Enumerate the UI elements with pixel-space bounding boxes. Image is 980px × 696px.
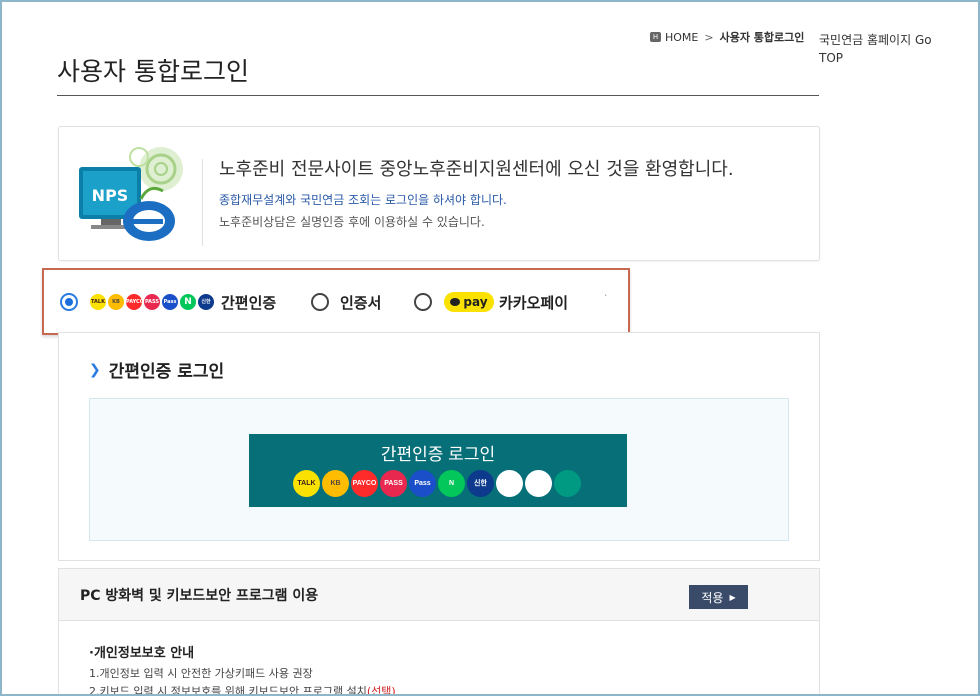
chevron-right-icon: ❯ <box>89 361 101 378</box>
toss-icon <box>496 470 523 497</box>
pass-icon: PASS <box>380 470 407 497</box>
play-arrow-icon: ▶ <box>729 592 736 602</box>
welcome-divider <box>202 159 203 246</box>
pc-security-header: PC 방화벽 및 키보드보안 프로그램 이용 적용 ▶ <box>59 569 819 621</box>
browser-frame: H HOME > 사용자 통합로그인 국민연금 홈페이지 Go TOP 사용자 … <box>0 0 980 696</box>
apply-button-label: 적용 <box>701 590 724 605</box>
breadcrumb-home[interactable]: HOME <box>665 31 698 44</box>
breadcrumb: H HOME > 사용자 통합로그인 <box>650 29 804 45</box>
certificate-label[interactable]: 인증서 <box>340 292 381 313</box>
simple-login-panel: ❯ 간편인증 로그인 간편인증 로그인 TALK KB PAYCO PASS P… <box>58 332 820 561</box>
naver-icon: N <box>438 470 465 497</box>
naver-mini-icon: N <box>180 294 196 310</box>
privacy-line-1: 1.개인정보 입력 시 안전한 가상키패드 사용 권장 <box>89 667 313 680</box>
pc-security-title: PC 방화벽 및 키보드보안 프로그램 이용 <box>80 588 319 604</box>
page-title: 사용자 통합로그인 <box>57 57 249 86</box>
kakaopay-label[interactable]: 카카오페이 <box>499 292 568 313</box>
kb-mini-icon: KB <box>108 294 124 310</box>
title-divider <box>57 95 819 96</box>
simple-auth-label[interactable]: 간편인증 <box>221 292 276 313</box>
welcome-banner: NPS 노후준비 전문사이트 중앙노후준비지원센터에 오신 것을 환영합니다. … <box>58 126 820 261</box>
home-icon: H <box>650 32 661 42</box>
tick-mark: ` <box>604 294 608 303</box>
simple-login-inner: 간편인증 로그인 TALK KB PAYCO PASS Pass N 신한 <box>89 398 789 541</box>
privacy-line-2-text: 2.키보드 입력 시 정보보호를 위해 키보드보안 프로그램 설치 <box>89 685 367 696</box>
speech-bubble-icon <box>450 298 461 306</box>
pass-mini-icon: PASS <box>144 294 160 310</box>
samsung-pass-icon: Pass <box>409 470 436 497</box>
apply-button[interactable]: 적용 ▶ <box>689 585 748 609</box>
kakaopay-badge-text: pay <box>463 295 488 309</box>
optional-mark[interactable]: (선택) <box>367 685 396 694</box>
simple-login-heading: ❯ 간편인증 로그인 <box>89 357 225 383</box>
nps-logo-icon: NPS <box>79 147 183 241</box>
payco-icon: PAYCO <box>351 470 378 497</box>
pc-security-panel: PC 방화벽 및 키보드보안 프로그램 이용 적용 ▶ ·개인정보보호 안내 1… <box>58 568 820 696</box>
chevron-right-icon: > <box>704 30 714 44</box>
radio-kakaopay[interactable] <box>414 293 432 311</box>
kakaotalk-mini-icon: TALK <box>90 294 106 310</box>
shinhan-mini-icon: 신한 <box>198 294 214 310</box>
samsung-pass-mini-icon: Pass <box>162 294 178 310</box>
welcome-title: 노후준비 전문사이트 중앙노후준비지원센터에 오신 것을 환영합니다. <box>219 159 734 180</box>
shinhan-icon: 신한 <box>467 470 494 497</box>
privacy-line-2: 2.키보드 입력 시 정보보호를 위해 키보드보안 프로그램 설치(선택) <box>89 683 396 696</box>
banksalad-icon <box>525 470 552 497</box>
gotop-link[interactable]: 국민연금 홈페이지 Go TOP <box>819 31 959 67</box>
kb-icon: KB <box>322 470 349 497</box>
auth-method-selector: TALK KB PAYCO PASS Pass N 신한 간편인증 인증서 pa… <box>42 268 630 335</box>
radio-certificate[interactable] <box>311 293 329 311</box>
logo-text: NPS <box>92 186 129 205</box>
breadcrumb-current: 사용자 통합로그인 <box>719 31 805 44</box>
simple-login-button-label: 간편인증 로그인 <box>380 445 496 464</box>
privacy-title: ·개인정보보호 안내 <box>89 646 195 661</box>
welcome-login-notice: 종합재무설계와 국민연금 조회는 로그인을 하셔야 합니다. <box>219 193 507 207</box>
payco-mini-icon: PAYCO <box>126 294 142 310</box>
kakaopay-badge: pay <box>444 292 494 312</box>
hana-icon <box>554 470 581 497</box>
simple-login-heading-text: 간편인증 로그인 <box>108 362 225 382</box>
welcome-verify-notice: 노후준비상담은 실명인증 후에 이용하실 수 있습니다. <box>219 215 485 229</box>
simple-login-button[interactable]: 간편인증 로그인 TALK KB PAYCO PASS Pass N 신한 <box>249 434 627 507</box>
radio-simple-auth[interactable] <box>60 293 78 311</box>
kakaotalk-icon: TALK <box>293 470 320 497</box>
